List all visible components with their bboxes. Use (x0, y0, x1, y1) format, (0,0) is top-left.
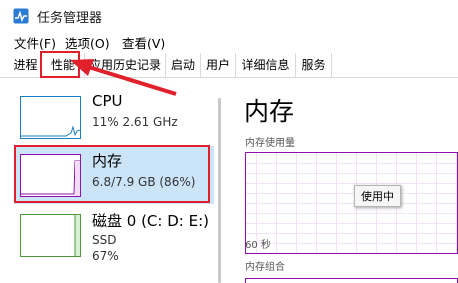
disk-thumbnail-graph (20, 214, 81, 257)
task-manager-icon (13, 8, 29, 24)
disk-type-text: SSD (92, 233, 117, 247)
memory-item-highlight (14, 145, 210, 203)
in-use-tooltip: 使用中 (354, 185, 401, 207)
memory-usage-graph (245, 152, 458, 254)
tab-users[interactable]: 用户 (201, 53, 236, 77)
memory-detail-panel: 内存 内存使用量 使用中 60 秒 内存组合 (228, 78, 458, 283)
memory-usage-label: 内存使用量 (245, 138, 295, 149)
menu-bar: 文件(F) 选项(O) 查看(V) (0, 32, 458, 52)
cpu-sparkline (21, 125, 81, 137)
tab-details[interactable]: 详细信息 (236, 53, 296, 77)
title-bar: 任务管理器 (0, 0, 458, 32)
cpu-thumbnail-graph (20, 96, 81, 139)
disk-sparkline (74, 215, 80, 256)
time-axis-label: 60 秒 (245, 240, 271, 251)
task-manager-window: 任务管理器 文件(F) 选项(O) 查看(V) 进程 性能 应用历史记录 启动 … (0, 0, 458, 283)
memory-composition-label: 内存组合 (245, 262, 285, 273)
window-title: 任务管理器 (37, 11, 103, 26)
red-arrow-icon (70, 59, 177, 96)
menu-options[interactable]: 选项(O) (65, 33, 110, 52)
tab-processes[interactable]: 进程 (10, 53, 42, 77)
sidebar-item-disk[interactable]: 磁盘 0 (C: D: E:) SSD 67% (14, 206, 214, 264)
detail-title: 内存 (244, 97, 295, 126)
memory-composition-bar (245, 278, 458, 283)
disk-usage-text: 67% (92, 249, 119, 263)
disk-title: 磁盘 0 (C: D: E:) (92, 212, 209, 230)
menu-view[interactable]: 查看(V) (122, 33, 165, 52)
cpu-usage-text: 11% 2.61 GHz (92, 115, 178, 129)
sidebar-scrollbar[interactable] (218, 98, 221, 283)
menu-file[interactable]: 文件(F) (14, 33, 56, 52)
tab-services[interactable]: 服务 (296, 53, 332, 77)
